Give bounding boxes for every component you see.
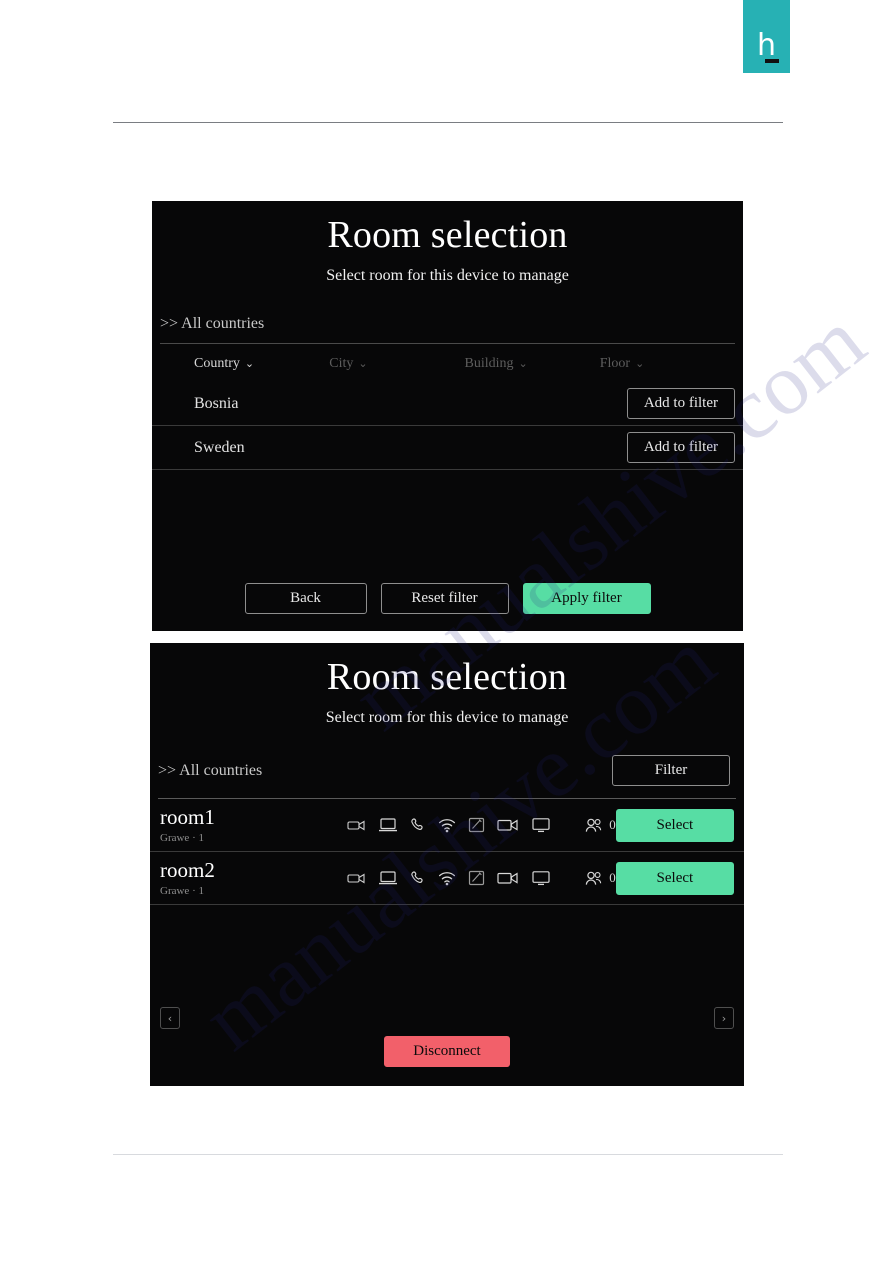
room-name: room2 [160, 858, 215, 883]
column-header-building[interactable]: Building ⌄ [465, 356, 600, 372]
wifi-icon [438, 871, 456, 886]
room-selection-list-panel: Room selection Select room for this devi… [150, 643, 744, 1086]
add-to-filter-button[interactable]: Add to filter [626, 432, 735, 463]
breadcrumb-row: >> All countries Filter [150, 755, 744, 786]
occupancy-indicator: 0 [585, 817, 616, 833]
column-header-floor-label: Floor [599, 356, 631, 371]
wifi-icon [438, 818, 456, 833]
page-subtitle: Select room for this device to manage [326, 267, 569, 284]
footer-rule [113, 1154, 783, 1155]
laptop-icon [378, 870, 398, 886]
next-page-button[interactable]: › [714, 1007, 734, 1029]
filter-panel-footer: Back Reset filter Apply filter [152, 583, 743, 614]
room-info: room1 Grawe · 1 [160, 805, 347, 845]
reset-filter-button[interactable]: Reset filter [380, 583, 509, 614]
monitor-icon [531, 817, 551, 833]
disconnect-footer: Disconnect [150, 1036, 744, 1067]
list-item[interactable]: room1 Grawe · 1 0 Select [150, 799, 744, 853]
brand-logo: h [743, 0, 790, 73]
people-icon [585, 818, 604, 833]
chevron-down-icon: ⌄ [635, 358, 645, 370]
select-room-button[interactable]: Select [615, 808, 734, 842]
page-title: Room selection [327, 214, 568, 256]
pagination: ‹ › [150, 1007, 744, 1029]
occupancy-indicator: 0 [585, 870, 616, 886]
disconnect-button[interactable]: Disconnect [384, 1036, 510, 1067]
add-to-filter-button[interactable]: Add to filter [626, 388, 735, 419]
room-capability-icons: 0 [347, 817, 616, 833]
projector-icon [347, 871, 366, 885]
column-header-city-label: City [329, 356, 354, 371]
people-count: 0 [609, 817, 616, 833]
video-camera-icon [497, 871, 519, 885]
room-info: room2 Grawe · 1 [160, 858, 347, 898]
list-item[interactable]: room2 Grawe · 1 0 Select [150, 852, 744, 906]
header-rule [113, 122, 783, 123]
back-button[interactable]: Back [244, 583, 367, 614]
people-icon [585, 871, 604, 886]
column-header-country[interactable]: Country ⌄ [194, 356, 329, 372]
filter-column-headers: Country ⌄ City ⌄ Building ⌄ Floor ⌄ [152, 344, 743, 382]
country-name: Bosnia [194, 394, 239, 412]
column-header-floor[interactable]: Floor ⌄ [600, 356, 735, 372]
table-row: Sweden Add to filter [152, 426, 743, 470]
laptop-icon [378, 817, 398, 833]
whiteboard-icon [468, 817, 485, 833]
phone-icon [410, 870, 426, 886]
chevron-down-icon: ⌄ [518, 358, 528, 370]
people-count: 0 [609, 870, 616, 886]
chevron-down-icon: ⌄ [358, 358, 368, 370]
column-header-country-label: Country [194, 356, 240, 371]
room-selection-filter-panel: Room selection Select room for this devi… [152, 201, 743, 631]
previous-page-button[interactable]: ‹ [160, 1007, 180, 1029]
filter-button[interactable]: Filter [612, 755, 730, 786]
room-name: room1 [160, 805, 215, 829]
breadcrumb-row: >> All countries [152, 315, 743, 333]
page-subtitle: Select room for this device to manage [325, 709, 569, 726]
column-header-building-label: Building [464, 356, 514, 371]
whiteboard-icon [468, 870, 485, 886]
phone-icon [410, 817, 426, 833]
room-location: Grawe · 1 [160, 885, 204, 898]
table-row: Bosnia Add to filter [152, 382, 743, 426]
country-name: Sweden [194, 438, 245, 456]
page-title: Room selection [326, 656, 568, 698]
column-header-city[interactable]: City ⌄ [329, 356, 464, 372]
chevron-down-icon: ⌄ [244, 358, 255, 370]
select-room-button[interactable]: Select [615, 861, 734, 895]
monitor-icon [531, 870, 551, 886]
video-camera-icon [497, 818, 519, 832]
apply-filter-button[interactable]: Apply filter [522, 583, 651, 614]
room-location: Grawe · 1 [160, 832, 204, 845]
breadcrumb[interactable]: >> All countries [158, 762, 262, 780]
brand-logo-letter: h [756, 28, 780, 63]
projector-icon [347, 818, 366, 832]
breadcrumb[interactable]: >> All countries [160, 315, 264, 333]
room-capability-icons: 0 [347, 870, 616, 886]
